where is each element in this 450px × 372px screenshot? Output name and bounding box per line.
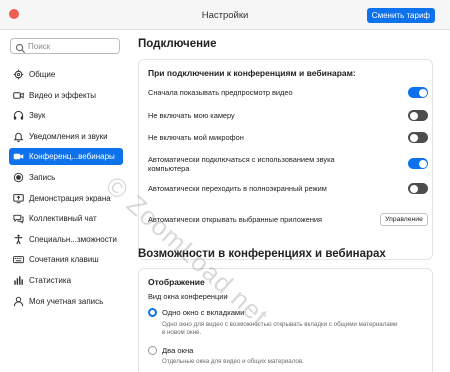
toggle-fullscreen[interactable] [408, 183, 428, 194]
radio-two-windows[interactable] [148, 346, 157, 355]
sidebar: Общие Видео и эффекты Звук Уведомления и… [0, 30, 127, 372]
connection-subtitle: При подключении к конференциям и вебинар… [148, 68, 356, 78]
upgrade-plan-button[interactable]: Сменить тариф [366, 8, 435, 23]
share-screen-icon [13, 193, 24, 204]
display-subtitle: Отображение [148, 277, 205, 287]
account-icon [13, 296, 24, 307]
sidebar-item-label: Сочетания клавиш [29, 255, 99, 265]
record-icon [13, 172, 24, 183]
headphones-icon [13, 110, 24, 121]
radio-single-window[interactable] [148, 308, 157, 317]
sidebar-item-team-chat[interactable]: Коллективный чат [9, 210, 123, 227]
sidebar-item-label: Статистика [29, 275, 72, 285]
sidebar-item-label: Видео и эффекты [29, 90, 96, 100]
option-label: Автоматически переходить в полноэкранный… [148, 184, 327, 193]
chat-icon [13, 213, 24, 224]
sidebar-item-notifications[interactable]: Уведомления и звуки [9, 128, 123, 145]
toggle-computer-audio[interactable] [408, 158, 428, 169]
sidebar-item-label: Моя учетная запись [29, 296, 104, 306]
sidebar-item-general[interactable]: Общие [9, 66, 123, 83]
sidebar-item-label: Коллективный чат [29, 214, 97, 224]
sidebar-item-meetings-webinars[interactable]: Конференц...вебинары [9, 148, 123, 166]
sidebar-nav: Общие Видео и эффекты Звук Уведомления и… [9, 66, 123, 313]
sidebar-item-label: Звук [29, 111, 46, 121]
features-panel: Отображение Вид окна конференции Одно ок… [138, 268, 433, 372]
accessibility-icon [13, 234, 24, 245]
sidebar-item-keyboard-shortcuts[interactable]: Сочетания клавиш [9, 251, 123, 268]
sidebar-item-audio[interactable]: Звук [9, 107, 123, 124]
sidebar-item-label: Запись [29, 172, 56, 182]
radio-single-window-description: Одно окно для видео с возможностью откры… [162, 321, 398, 336]
radio-single-window-label: Одно окно с вкладками [162, 308, 245, 317]
search-icon [15, 41, 26, 54]
sidebar-item-label: Конференц...вебинары [29, 152, 115, 162]
toggle-microphone-off[interactable] [408, 132, 428, 143]
search-input[interactable] [28, 39, 116, 53]
statistics-icon [13, 275, 24, 286]
sidebar-item-label: Общие [29, 70, 56, 79]
option-label: Автоматически открывать выбранные прилож… [148, 215, 323, 224]
window-view-label: Вид окна конференции [148, 292, 228, 301]
sidebar-item-statistics[interactable]: Статистика [9, 272, 123, 289]
option-label: Не включать мою камеру [148, 111, 235, 120]
video-camera-icon [13, 90, 24, 101]
section-title-connection: Подключение [138, 38, 217, 50]
gear-icon [13, 69, 24, 80]
section-title-features: Возможности в конференциях и вебинарах [138, 248, 386, 260]
manage-apps-button[interactable]: Управление [380, 213, 428, 226]
toggle-video-preview[interactable] [408, 87, 428, 98]
connection-panel: При подключении к конференциям и вебинар… [138, 59, 433, 260]
option-label: Сначала показывать предпросмотр видео [148, 88, 293, 97]
sidebar-item-video[interactable]: Видео и эффекты [9, 87, 123, 104]
option-label: Автоматически подключаться с использован… [148, 155, 335, 173]
sidebar-item-label: Уведомления и звуки [29, 131, 108, 141]
meeting-icon [13, 151, 24, 162]
title-bar: Настройки Сменить тариф [0, 0, 450, 30]
sidebar-item-label: Демонстрация экрана [29, 193, 111, 203]
radio-two-windows-description: Отдельные окна для видео и общих материа… [162, 358, 304, 365]
option-label: Не включать мой микрофон [148, 133, 244, 142]
settings-content: Подключение При подключении к конференци… [127, 30, 450, 372]
radio-two-windows-label: Два окна [162, 346, 194, 355]
sidebar-item-label: Специальн...зможности [29, 234, 117, 244]
keyboard-icon [13, 254, 24, 265]
sidebar-item-accessibility[interactable]: Специальн...зможности [9, 231, 123, 248]
sidebar-item-my-account[interactable]: Моя учетная запись [9, 293, 123, 310]
bell-icon [13, 131, 24, 142]
toggle-camera-off[interactable] [408, 110, 428, 121]
search-box[interactable] [10, 38, 120, 54]
sidebar-item-screen-share[interactable]: Демонстрация экрана [9, 190, 123, 207]
sidebar-item-recording[interactable]: Запись [9, 169, 123, 186]
